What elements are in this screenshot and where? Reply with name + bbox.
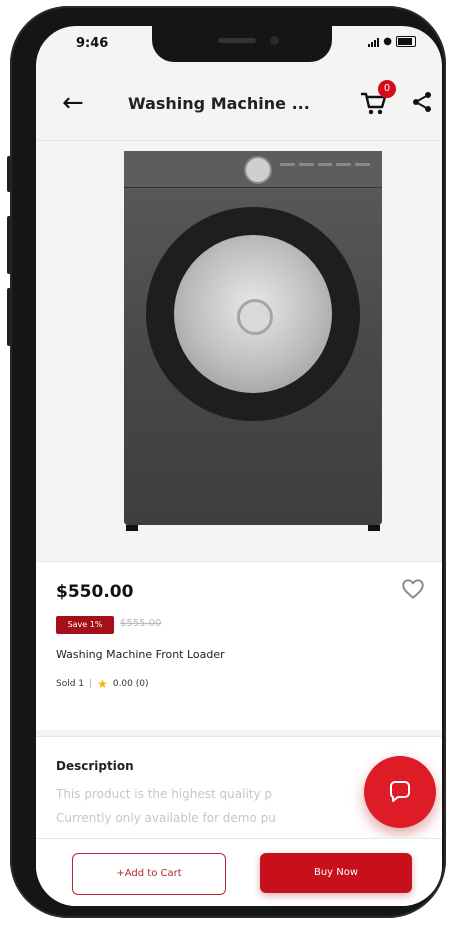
speaker-grille [218,38,256,43]
share-icon[interactable] [410,90,434,114]
product-info-card: $550.00 Save 1% $555.00 Washing Machine … [36,561,442,730]
battery-icon [396,36,416,47]
phone-notch [152,26,332,62]
sold-count: Sold 1 [56,679,85,689]
signal-icon [368,37,380,47]
phone-volume-down [7,288,11,346]
status-icons: ● [368,36,416,47]
discount-badge: Save 1% [56,616,114,634]
product-image [124,151,382,531]
chat-icon [390,781,410,802]
buy-now-button[interactable]: Buy Now [260,853,412,893]
cart-count-badge: 0 [378,80,396,98]
product-price: $550.00 [56,582,134,602]
washer-foot-left [126,525,138,531]
product-name: Washing Machine Front Loader [56,648,225,661]
separator: | [89,679,93,689]
panel-display [280,163,370,171]
heart-icon[interactable] [400,576,426,602]
chat-button[interactable] [364,756,436,828]
rating-value: 0.00 (0) [112,679,149,689]
washer-foot-right [368,525,380,531]
description-text-line-1: This product is the highest quality p [56,787,273,801]
front-camera [270,36,279,45]
back-arrow-icon[interactable]: ← [62,88,84,118]
star-icon: ★ [97,677,108,691]
dial-knob [244,156,272,184]
phone-frame: 9:46 ● ← Washing Machine ... 0 $550.00 S… [7,6,446,918]
sold-rating-row: Sold 1 | ★ 0.00 (0) [56,677,149,691]
app-screen: 9:46 ● ← Washing Machine ... 0 $550.00 S… [36,26,442,906]
product-image-area[interactable] [36,141,442,561]
add-to-cart-button[interactable]: +Add to Cart [72,853,226,895]
bottom-action-bar: +Add to Cart Buy Now [36,838,442,906]
status-time: 9:46 [76,36,109,51]
wifi-icon: ● [383,36,392,47]
phone-volume-up [7,216,11,274]
app-header: ← Washing Machine ... 0 [36,70,442,141]
description-text-line-2: Currently only available for demo pu [56,811,276,825]
page-title: Washing Machine ... [128,94,310,113]
drum-hub [237,299,273,335]
phone-side-button [7,156,11,192]
description-title: Description [56,759,134,773]
control-panel [124,151,382,188]
original-price: $555.00 [120,618,162,629]
